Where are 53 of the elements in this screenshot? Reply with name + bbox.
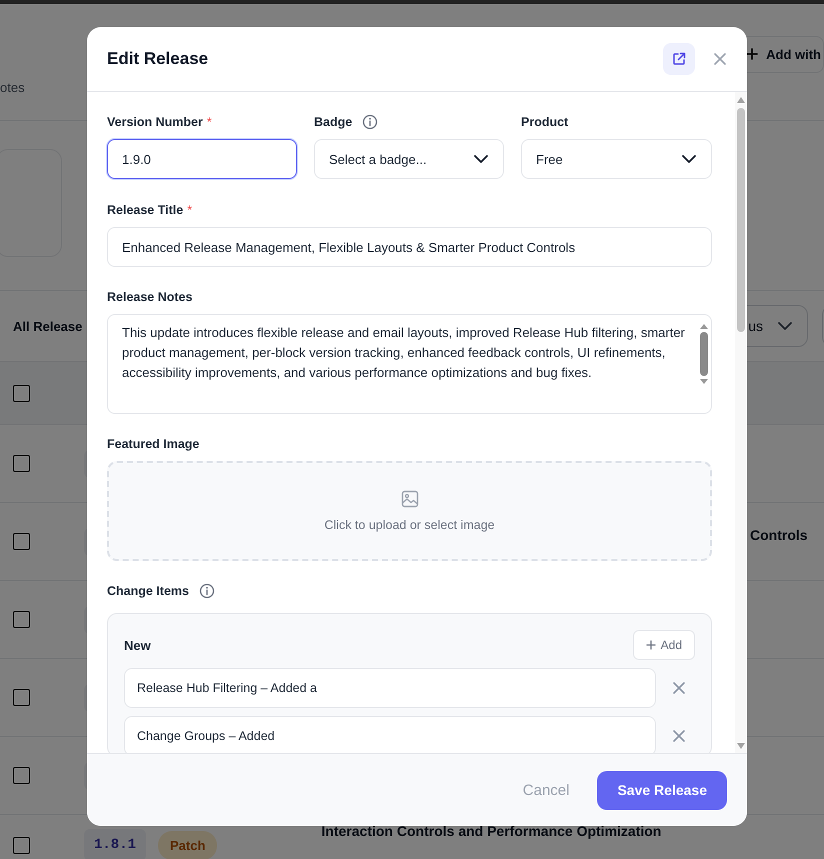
scroll-up-icon bbox=[736, 96, 746, 104]
plus-icon bbox=[746, 48, 758, 60]
field-label: Release Notes bbox=[107, 290, 192, 304]
chevron-down-icon bbox=[681, 152, 697, 166]
info-icon bbox=[362, 114, 378, 130]
group-name: New bbox=[124, 638, 151, 652]
plus-icon bbox=[646, 640, 656, 650]
version-badge: 1.8.1 bbox=[84, 829, 146, 859]
add-item-button[interactable]: Add bbox=[632, 630, 695, 660]
chevron-down-icon bbox=[473, 152, 489, 166]
release-title: Controls bbox=[750, 527, 808, 543]
row-checkbox[interactable] bbox=[13, 767, 30, 784]
save-button[interactable]: Save Release bbox=[597, 770, 727, 810]
chevron-down-icon bbox=[777, 319, 793, 333]
item-field[interactable]: Release Hub Filtering – Added a bbox=[124, 668, 656, 708]
external-link-icon bbox=[672, 52, 686, 66]
release-title: Interaction Controls and Performance Optimization bbox=[321, 823, 662, 839]
row-checkbox[interactable] bbox=[13, 533, 30, 550]
title-field[interactable]: Enhanced Release Management, Flexible Layouts & Smarter Product Controls bbox=[107, 227, 712, 267]
row-checkbox[interactable] bbox=[13, 455, 30, 472]
scrollbar-thumb[interactable] bbox=[700, 332, 708, 376]
badge-select[interactable]: Select a badge... bbox=[314, 139, 504, 179]
open-external-button[interactable] bbox=[663, 43, 695, 75]
close-icon bbox=[713, 52, 727, 66]
info-icon bbox=[198, 583, 215, 599]
row-checkbox[interactable] bbox=[13, 689, 30, 706]
image-dropzone[interactable]: Click to upload or select image bbox=[107, 461, 712, 561]
product-select[interactable]: Free bbox=[521, 139, 712, 179]
required-marker: * bbox=[206, 115, 212, 129]
tab-label[interactable]: otes bbox=[0, 80, 25, 94]
patch-badge: Patch bbox=[158, 830, 218, 859]
field-label: Change Items bbox=[107, 584, 189, 598]
select-all-checkbox[interactable] bbox=[13, 384, 30, 402]
required-marker: * bbox=[187, 203, 192, 217]
field-label: Release Title bbox=[107, 203, 184, 217]
image-icon bbox=[400, 490, 418, 508]
row-checkbox[interactable] bbox=[13, 836, 30, 854]
notes-field[interactable]: This update introduces flexible release and email layouts, improved Release Hub filtering, smarter product management, per-block version tracking, enhanced feedback controls, UI refinements, accessibility improvements, and various performance optimizations and bug fixes. bbox=[107, 314, 712, 414]
close-icon bbox=[672, 729, 686, 743]
version-field[interactable]: 1.9.0 bbox=[107, 139, 297, 179]
field-label: Badge bbox=[314, 115, 352, 129]
dialog-title: Edit Release bbox=[107, 49, 210, 69]
scrollbar-thumb[interactable] bbox=[737, 108, 745, 332]
scroll-up-icon bbox=[699, 323, 709, 330]
row-checkbox[interactable] bbox=[13, 611, 30, 628]
item-field[interactable]: Change Groups – Added bbox=[124, 716, 656, 753]
close-icon bbox=[672, 681, 686, 695]
field-label: Featured Image bbox=[107, 437, 200, 451]
section-title: All Release bbox=[13, 318, 82, 334]
scroll-down-icon bbox=[736, 742, 746, 750]
field-label: Version Number bbox=[107, 115, 203, 129]
scroll-down-icon bbox=[699, 378, 709, 385]
field-label: Product bbox=[521, 115, 568, 129]
